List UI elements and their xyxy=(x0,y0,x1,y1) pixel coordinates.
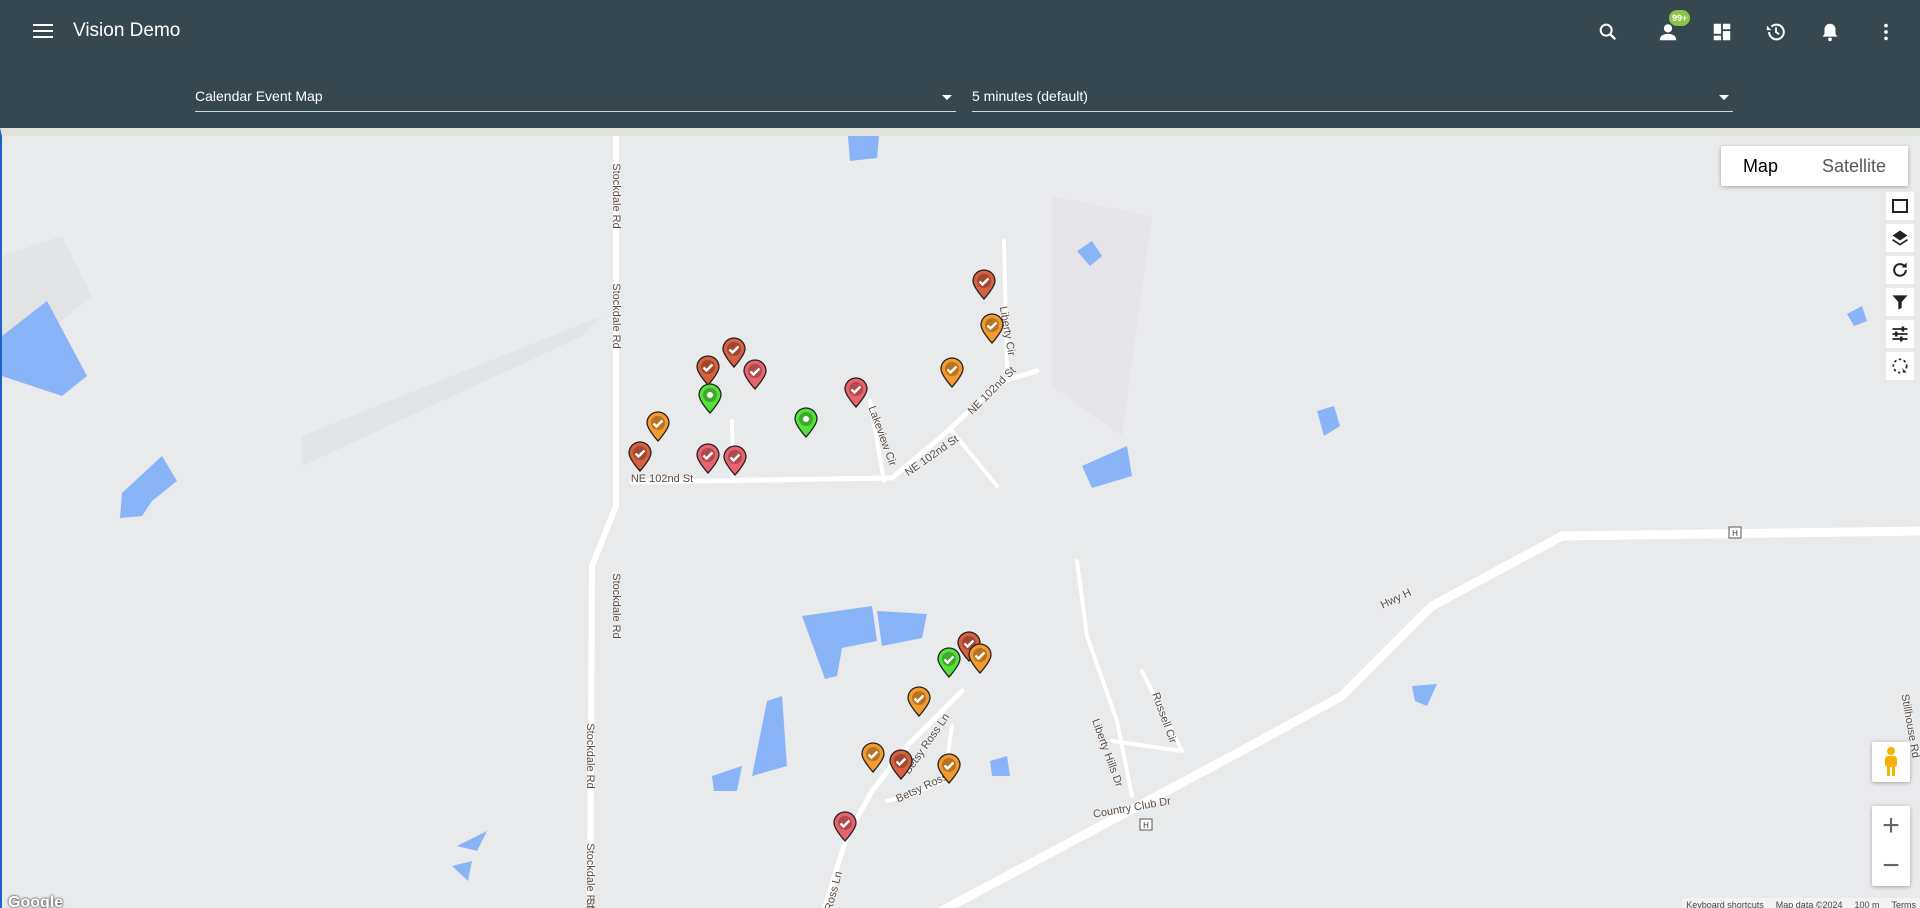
map-canvas[interactable]: H H Stockdale Rd Stockdale Rd Stockdale Rd… xyxy=(0,128,1920,908)
map-marker[interactable] xyxy=(971,269,997,301)
more-vert-icon[interactable] xyxy=(1866,12,1906,52)
user-icon[interactable]: 99+ xyxy=(1648,10,1691,52)
map-select-value: Calendar Event Map xyxy=(195,88,323,104)
map-marker[interactable] xyxy=(832,811,858,843)
map-marker[interactable] xyxy=(888,749,914,781)
map-marker[interactable] xyxy=(979,313,1005,345)
map-type-map-button[interactable]: Map xyxy=(1721,146,1800,186)
map-type-control: Map Satellite xyxy=(1720,146,1908,186)
square-select-icon[interactable] xyxy=(1886,192,1914,220)
terms-link[interactable]: Terms xyxy=(1892,898,1917,908)
dashboard-icon[interactable] xyxy=(1702,12,1742,52)
lasso-select-icon[interactable] xyxy=(1886,352,1914,380)
map-marker[interactable] xyxy=(860,742,886,774)
search-icon[interactable] xyxy=(1588,12,1628,52)
bell-icon[interactable] xyxy=(1810,12,1850,52)
map-marker[interactable] xyxy=(967,643,993,675)
app-title: Vision Demo xyxy=(73,20,181,41)
zoom-out-button[interactable]: − xyxy=(1872,846,1910,886)
map-marker[interactable] xyxy=(793,407,819,439)
refresh-icon[interactable] xyxy=(1886,256,1914,284)
filter-icon[interactable] xyxy=(1886,288,1914,316)
menu-icon[interactable] xyxy=(30,18,56,44)
map-data-text: Map data ©2024 xyxy=(1775,900,1843,908)
map-marker[interactable] xyxy=(906,686,932,718)
map-marker[interactable] xyxy=(722,445,748,477)
interval-select-value: 5 minutes (default) xyxy=(972,88,1088,104)
street-view-pegman-icon[interactable] xyxy=(1872,742,1910,782)
chevron-down-icon xyxy=(942,95,952,100)
filter-bar: Calendar Event Map 5 minutes (default) xyxy=(0,64,1920,128)
marker-layer xyxy=(2,136,1920,908)
map-marker[interactable] xyxy=(695,443,721,475)
keyboard-shortcuts-link[interactable]: Keyboard shortcuts xyxy=(1686,898,1764,908)
map-marker[interactable] xyxy=(627,441,653,473)
app-toolbar: Vision Demo 99+ xyxy=(0,0,1920,64)
map-attribution: Keyboard shortcuts Map data ©2024 100 m … xyxy=(1682,898,1920,908)
interval-select[interactable]: 5 minutes (default) xyxy=(972,82,1733,112)
user-badge: 99+ xyxy=(1669,10,1691,26)
chevron-down-icon xyxy=(1719,95,1729,100)
map-marker[interactable] xyxy=(936,753,962,785)
map-marker[interactable] xyxy=(645,411,671,443)
map-marker[interactable] xyxy=(697,383,723,415)
google-logo: Google xyxy=(8,894,64,908)
scale-text: 100 m xyxy=(1854,900,1880,908)
map-select[interactable]: Calendar Event Map xyxy=(195,82,956,112)
map-marker[interactable] xyxy=(742,359,768,391)
zoom-in-button[interactable]: + xyxy=(1872,806,1910,846)
tune-icon[interactable] xyxy=(1886,320,1914,348)
map-marker[interactable] xyxy=(936,647,962,679)
map-marker[interactable] xyxy=(939,357,965,389)
zoom-control: + − xyxy=(1872,806,1910,886)
history-icon[interactable] xyxy=(1756,12,1796,52)
layers-icon[interactable] xyxy=(1886,224,1914,252)
map-type-satellite-button[interactable]: Satellite xyxy=(1800,146,1908,186)
map-marker[interactable] xyxy=(843,377,869,409)
